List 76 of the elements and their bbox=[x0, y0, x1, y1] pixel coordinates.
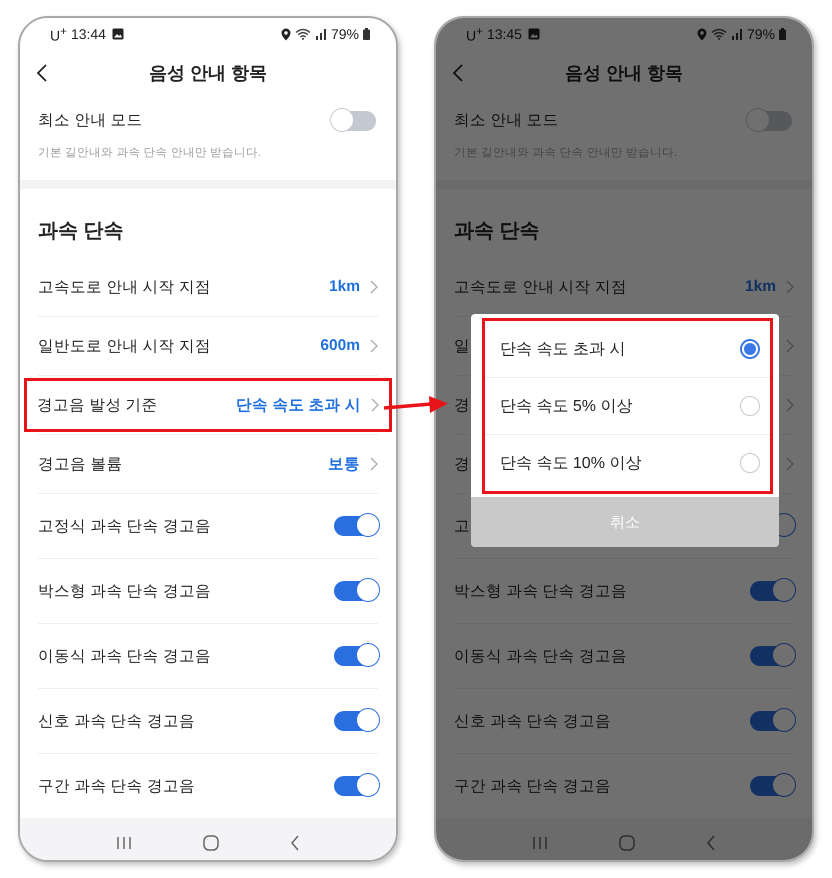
setting-label: 이동식 과속 단속 경고음 bbox=[454, 646, 627, 666]
setting-label[interactable]: 경고음 발성 기준 bbox=[37, 394, 158, 416]
setting-value[interactable]: 1km bbox=[328, 278, 360, 296]
setting-label: 신호 과속 단속 경고음 bbox=[454, 712, 611, 732]
setting-label[interactable]: 고속도로 안내 시작 지점 bbox=[38, 276, 211, 298]
setting-label[interactable]: 경고음 볼륨 bbox=[38, 454, 122, 474]
screen-title: 음성 안내 항목 bbox=[564, 62, 683, 85]
chevron-icon[interactable] bbox=[371, 398, 379, 412]
radio-button[interactable] bbox=[740, 339, 760, 359]
recent-apps-icon[interactable] bbox=[532, 836, 548, 850]
option-label[interactable]: 단속 속도 초과 시 bbox=[500, 338, 626, 360]
home-icon[interactable] bbox=[618, 835, 635, 851]
chevron-icon[interactable] bbox=[786, 457, 794, 471]
chevron-icon[interactable] bbox=[370, 280, 378, 294]
section-heading: 과속 단속 bbox=[453, 219, 541, 244]
toggle-switch[interactable] bbox=[334, 646, 378, 666]
toggle-switch[interactable] bbox=[334, 776, 378, 796]
setting-label[interactable]: 고속도로 안내 시작 지점 bbox=[454, 276, 627, 298]
setting-value[interactable]: 1km bbox=[744, 278, 776, 296]
setting-label: 박스형 과속 단속 경고음 bbox=[454, 582, 627, 602]
carrier-label: U$^{+}$ bbox=[466, 24, 483, 44]
setting-label: 최소 안내 모드 bbox=[454, 111, 559, 131]
setting-label: 이동식 과속 단속 경고음 bbox=[38, 646, 211, 666]
signal-icon bbox=[730, 28, 743, 40]
image-icon bbox=[528, 28, 540, 40]
setting-label: 신호 과속 단속 경고음 bbox=[38, 712, 195, 732]
radio-button[interactable] bbox=[740, 453, 760, 473]
location-pin-icon bbox=[280, 28, 291, 40]
setting-label[interactable]: 일 bbox=[454, 336, 470, 356]
toggle-switch[interactable] bbox=[750, 646, 794, 666]
setting-label[interactable]: 경 bbox=[454, 454, 470, 474]
chevron-icon[interactable] bbox=[370, 457, 378, 471]
toggle-switch[interactable] bbox=[748, 110, 792, 130]
setting-label[interactable]: 경 bbox=[454, 394, 470, 416]
toggle-switch[interactable] bbox=[332, 110, 376, 130]
image-icon bbox=[112, 28, 124, 40]
setting-description: 기본 길안내와 과속 단속 안내만 받습니다. bbox=[38, 146, 262, 160]
battery-percent: 79% bbox=[330, 26, 359, 42]
signal-icon bbox=[314, 28, 327, 40]
setting-value[interactable]: 600m bbox=[320, 337, 360, 355]
setting-label: 구간 과속 단속 경고음 bbox=[38, 776, 195, 796]
back-icon[interactable] bbox=[36, 63, 48, 83]
battery-icon bbox=[779, 28, 786, 40]
section-heading: 과속 단속 bbox=[37, 219, 125, 244]
screen-title: 음성 안내 항목 bbox=[148, 62, 267, 85]
location-pin-icon bbox=[696, 28, 707, 40]
chevron-icon[interactable] bbox=[786, 280, 794, 294]
home-icon[interactable] bbox=[202, 835, 219, 851]
setting-label: 고 bbox=[454, 516, 470, 536]
setting-value[interactable]: 단속 속도 초과 시 bbox=[236, 394, 361, 416]
carrier-label: U$^{+}$ bbox=[50, 24, 67, 44]
setting-label: 고정식 과속 단속 경고음 bbox=[38, 516, 211, 536]
radio-button[interactable] bbox=[740, 396, 760, 416]
status-time: 13:44 bbox=[70, 26, 106, 42]
recent-apps-icon[interactable] bbox=[116, 836, 132, 850]
toggle-switch[interactable] bbox=[334, 711, 378, 731]
toggle-switch[interactable] bbox=[750, 711, 794, 731]
option-label[interactable]: 단속 속도 5% 이상 bbox=[500, 396, 632, 416]
chevron-icon[interactable] bbox=[370, 339, 378, 353]
battery-percent: 79% bbox=[746, 26, 775, 42]
chevron-icon[interactable] bbox=[786, 398, 794, 412]
wifi-icon bbox=[710, 28, 727, 40]
toggle-switch[interactable] bbox=[334, 516, 378, 536]
setting-label: 박스형 과속 단속 경고음 bbox=[38, 582, 211, 602]
toggle-switch[interactable] bbox=[750, 581, 794, 601]
option-label[interactable]: 단속 속도 10% 이상 bbox=[500, 452, 642, 474]
wifi-icon bbox=[294, 28, 311, 40]
setting-label: 구간 과속 단속 경고음 bbox=[454, 776, 611, 796]
setting-value[interactable]: 보통 bbox=[328, 454, 360, 474]
toggle-switch[interactable] bbox=[334, 581, 378, 601]
chevron-icon[interactable] bbox=[786, 339, 794, 353]
status-time: 13:45 bbox=[486, 26, 522, 42]
battery-icon bbox=[363, 28, 370, 40]
setting-label[interactable]: 일반도로 안내 시작 지점 bbox=[38, 336, 211, 356]
toggle-switch[interactable] bbox=[750, 776, 794, 796]
setting-label: 최소 안내 모드 bbox=[38, 111, 143, 131]
